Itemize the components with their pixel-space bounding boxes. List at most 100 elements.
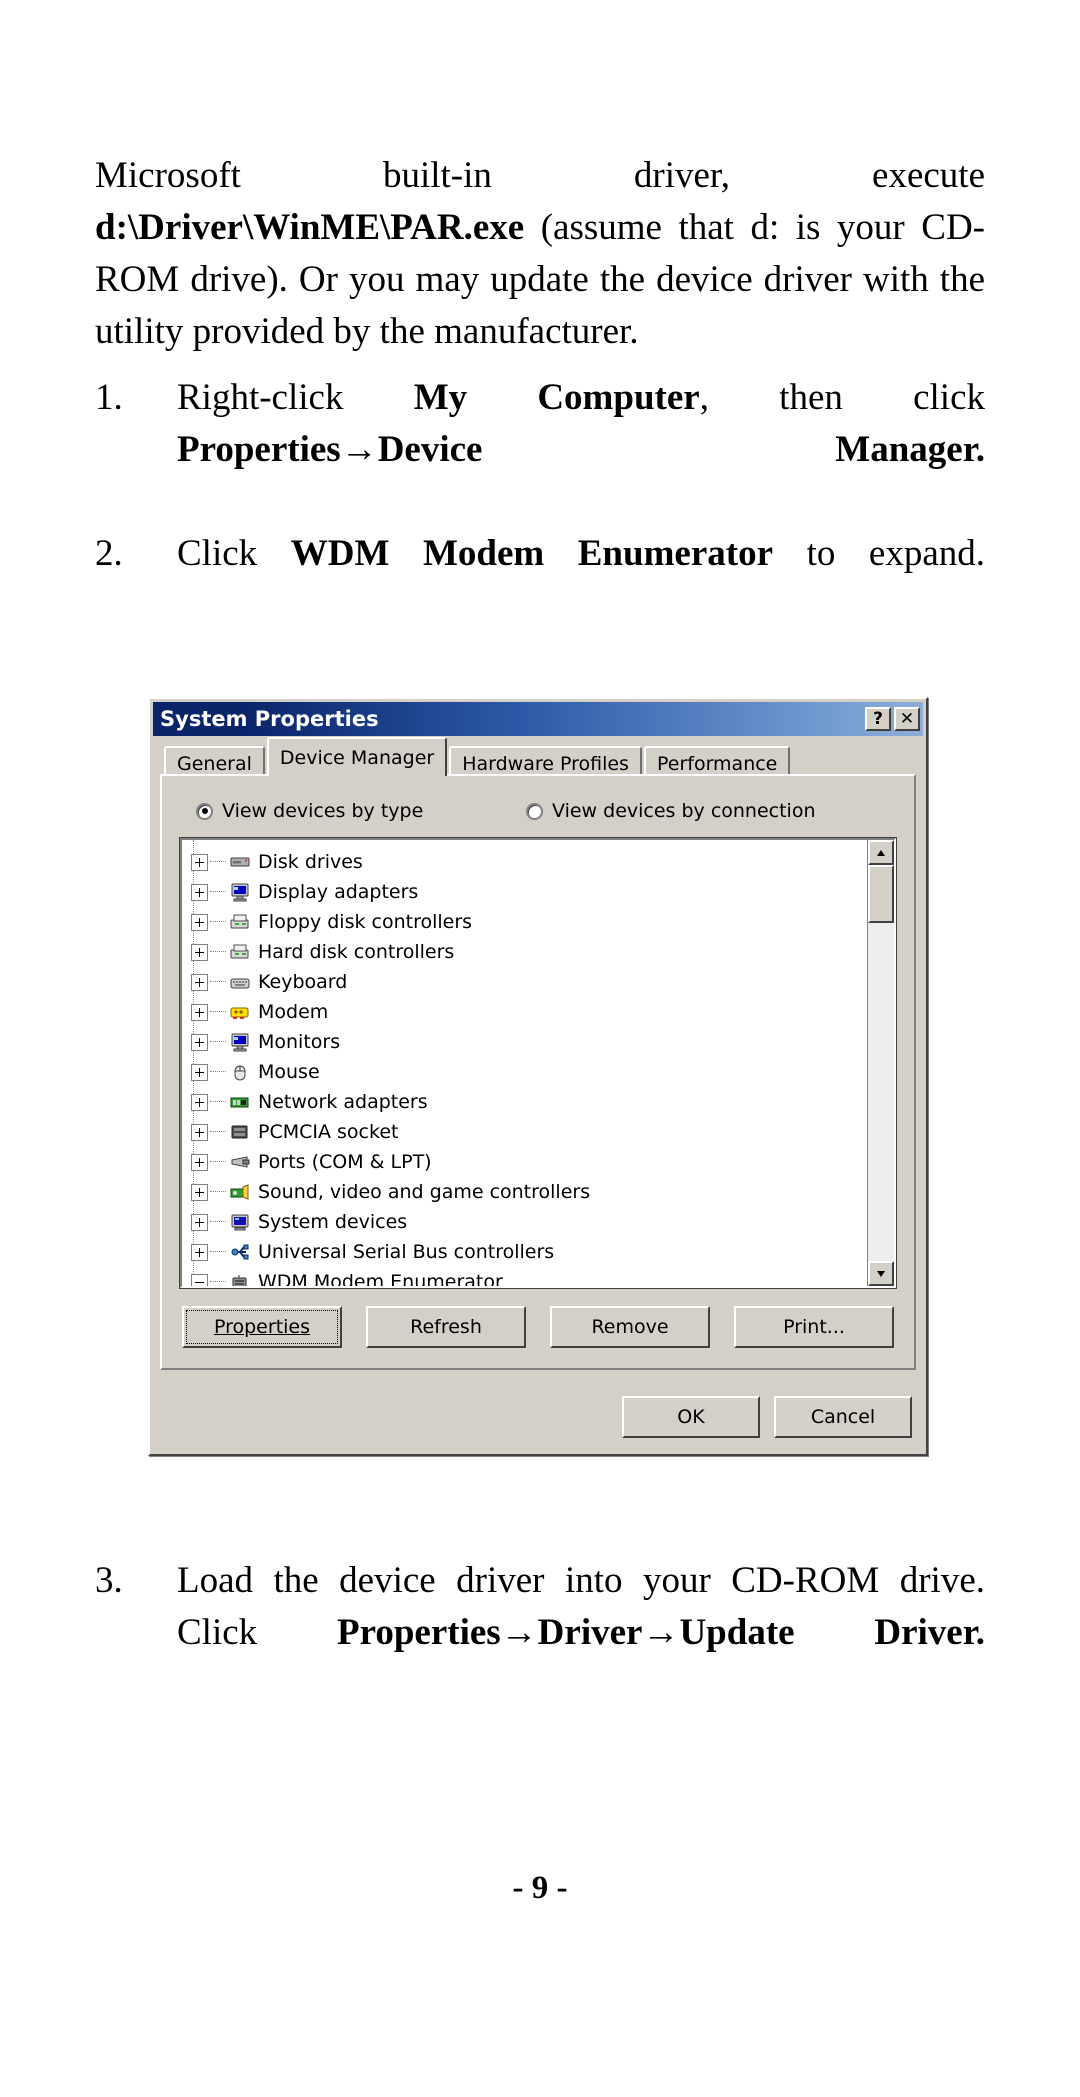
close-icon[interactable]: ✕ — [894, 707, 920, 731]
tree-item-display-adapters[interactable]: Display adapters — [189, 877, 867, 907]
tree-dash — [210, 1101, 226, 1103]
system-properties-dialog: System Properties ? ✕ General Device Man… — [148, 697, 928, 1456]
tree-item-modem[interactable]: Modem — [189, 997, 867, 1027]
refresh-button[interactable]: Refresh — [366, 1306, 526, 1348]
tree-item-system-devices[interactable]: System devices — [189, 1207, 867, 1237]
tree-dash — [210, 891, 226, 893]
expand-plus-icon[interactable] — [191, 1183, 208, 1201]
tree-item-network-adapters[interactable]: Network adapters — [189, 1087, 867, 1117]
expand-plus-icon[interactable] — [191, 1213, 208, 1231]
help-icon[interactable]: ? — [865, 707, 891, 731]
tree-item-sound-video-game-controllers[interactable]: Sound, video and game controllers — [189, 1177, 867, 1207]
radio-button-icon-type[interactable] — [196, 802, 213, 820]
page-number: - 9 - — [512, 1870, 568, 1906]
properties-button[interactable]: Properties — [182, 1306, 342, 1348]
step-1-text: Right-click My Computer, then click Prop… — [177, 372, 985, 528]
tree-dash — [210, 1071, 226, 1073]
tree-dash — [210, 1041, 226, 1043]
dialog-title: System Properties — [160, 707, 379, 731]
tree-label: WDM Modem Enumerator — [258, 1271, 503, 1286]
tree-item-usb-controllers[interactable]: Universal Serial Bus controllers — [189, 1237, 867, 1267]
expand-plus-icon[interactable] — [191, 883, 208, 901]
tree-item-monitors[interactable]: Monitors — [189, 1027, 867, 1057]
right-arrow-icon: → — [500, 1612, 538, 1653]
steps-list-top: 1. Right-click My Computer, then click P… — [95, 372, 985, 632]
device-tree[interactable]: Disk drives Display adapters Floppy disk… — [182, 840, 867, 1286]
expand-plus-icon[interactable] — [191, 1003, 208, 1021]
step-2-bold-wdm-modem-enumerator: WDM Modem Enumerator — [290, 533, 773, 574]
step-3-bold-update-driver: Update Driver. — [679, 1612, 985, 1653]
manual-page: Microsoft built-in driver, execute d:\Dr… — [0, 0, 1080, 2097]
expand-plus-icon[interactable] — [191, 913, 208, 931]
radio-button-icon-connection[interactable] — [526, 802, 543, 820]
properties-button-label: Properties — [213, 1316, 311, 1338]
radio-view-by-connection[interactable]: View devices by connection — [526, 800, 816, 822]
step-1-bold-device-manager: Device Manager. — [377, 429, 985, 470]
step-1: 1. Right-click My Computer, then click P… — [95, 372, 985, 528]
monitor-icon — [229, 1032, 251, 1052]
expand-plus-icon[interactable] — [191, 1123, 208, 1141]
expand-plus-icon[interactable] — [191, 853, 208, 871]
system-device-icon — [229, 1212, 251, 1232]
collapse-minus-icon[interactable] — [191, 1273, 208, 1286]
dialog-footer-buttons: OK Cancel — [150, 1382, 926, 1454]
tree-label: Hard disk controllers — [258, 941, 455, 963]
step-2-part2: to expand. — [773, 533, 985, 574]
wdm-icon — [229, 1272, 251, 1286]
tree-dash — [210, 1011, 226, 1013]
port-icon — [229, 1152, 251, 1172]
scroll-up-arrow-icon[interactable] — [868, 840, 894, 865]
intro-text-1: Microsoft built-in driver, execute — [95, 155, 985, 196]
tree-label: Disk drives — [258, 851, 363, 873]
tree-label: Monitors — [258, 1031, 341, 1053]
controller-icon — [229, 942, 251, 962]
expand-plus-icon[interactable] — [191, 1033, 208, 1051]
tree-item-ports[interactable]: Ports (COM & LPT) — [189, 1147, 867, 1177]
right-arrow-icon: → — [642, 1612, 680, 1653]
remove-button[interactable]: Remove — [550, 1306, 710, 1348]
tree-vertical-scrollbar[interactable] — [867, 840, 894, 1286]
scroll-down-arrow-icon[interactable] — [868, 1261, 894, 1286]
step-2: 2. Click WDM Modem Enumerator to expand. — [95, 528, 985, 632]
tree-label: Floppy disk controllers — [258, 911, 473, 933]
steps-list-bottom: 3. Load the device driver into your CD-R… — [95, 1555, 985, 1711]
tree-item-wdm-modem-enumerator[interactable]: WDM Modem Enumerator — [189, 1267, 867, 1286]
expand-plus-icon[interactable] — [191, 1093, 208, 1111]
tree-item-pcmcia-socket[interactable]: PCMCIA socket — [189, 1117, 867, 1147]
expand-plus-icon[interactable] — [191, 1063, 208, 1081]
expand-plus-icon[interactable] — [191, 943, 208, 961]
expand-plus-icon[interactable] — [191, 1153, 208, 1171]
cancel-button[interactable]: Cancel — [774, 1396, 912, 1438]
tree-item-hard-disk-controllers[interactable]: Hard disk controllers — [189, 937, 867, 967]
expand-plus-icon[interactable] — [191, 1243, 208, 1261]
tree-dash — [210, 1131, 226, 1133]
driver-path: d:\Driver\WinME\PAR.exe — [95, 207, 525, 248]
pcmcia-icon — [229, 1122, 251, 1142]
tree-label: Modem — [258, 1001, 329, 1023]
scrollbar-thumb[interactable] — [868, 865, 894, 923]
tab-device-manager[interactable]: Device Manager — [266, 737, 448, 776]
tree-item-floppy-disk-controllers[interactable]: Floppy disk controllers — [189, 907, 867, 937]
print-button[interactable]: Print... — [734, 1306, 894, 1348]
tree-dash — [210, 1281, 226, 1283]
device-manager-panel: View devices by type View devices by con… — [160, 774, 916, 1370]
tree-dash — [210, 1251, 226, 1253]
radio-view-by-type[interactable]: View devices by type — [196, 800, 526, 822]
scrollbar-track[interactable] — [868, 923, 894, 1261]
system-properties-screenshot: System Properties ? ✕ General Device Man… — [148, 697, 928, 1456]
radio-label-view-by-connection: View devices by connection — [552, 800, 816, 822]
expand-plus-icon[interactable] — [191, 973, 208, 991]
refresh-button-label: Refresh — [410, 1316, 482, 1338]
tree-label: Ports (COM & LPT) — [258, 1151, 432, 1173]
tree-label: Keyboard — [258, 971, 348, 993]
tree-item-mouse[interactable]: Mouse — [189, 1057, 867, 1087]
view-options-group: View devices by type View devices by con… — [196, 800, 898, 822]
ok-button[interactable]: OK — [622, 1396, 760, 1438]
intro-paragraph: Microsoft built-in driver, execute d:\Dr… — [95, 150, 985, 358]
tree-item-keyboard[interactable]: Keyboard — [189, 967, 867, 997]
dialog-titlebar[interactable]: System Properties ? ✕ — [153, 702, 923, 736]
tree-item-disk-drives[interactable]: Disk drives — [189, 847, 867, 877]
right-arrow-icon: → — [340, 429, 378, 470]
usb-icon — [229, 1242, 251, 1262]
tree-dash — [210, 951, 226, 953]
